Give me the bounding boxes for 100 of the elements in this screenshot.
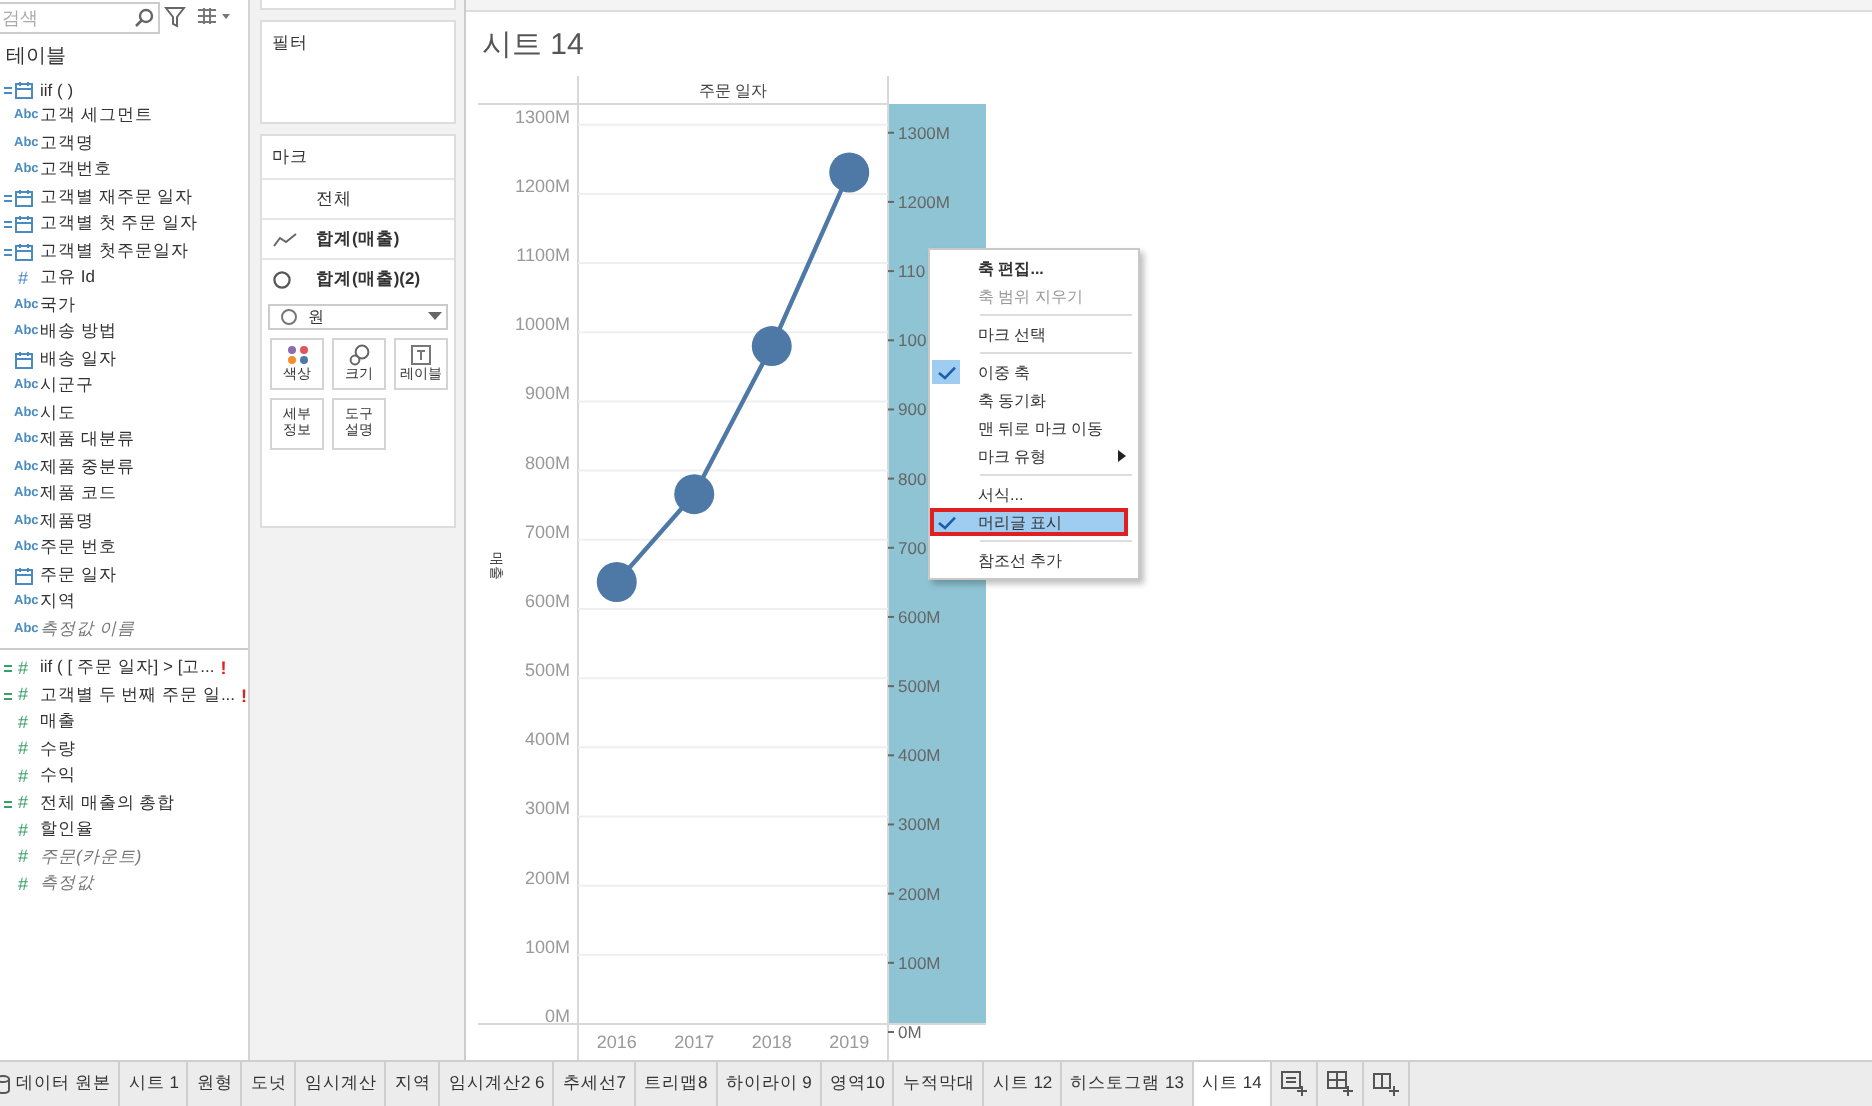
sheet-tab[interactable]: 임시계산2 6 — [440, 1062, 555, 1106]
field-name[interactable]: 고객번호 — [40, 158, 112, 183]
field-name[interactable]: 고객별 첫주문일자 — [40, 239, 189, 264]
field-name[interactable]: 고객별 재주문 일자 — [40, 185, 194, 210]
axis-label: 700M — [524, 521, 570, 542]
sheet-tab[interactable]: 임시계산 — [296, 1062, 387, 1106]
axis-label: 1000M — [514, 314, 570, 335]
axis-label: 100M — [524, 936, 570, 957]
field-name[interactable]: 시군구 — [40, 374, 94, 399]
axis-label: 200M — [524, 867, 570, 888]
size-circles-icon — [347, 344, 371, 366]
field-name[interactable]: 고객별 첫 주문 일자 — [40, 212, 199, 237]
axis-label: 1300M — [514, 106, 570, 127]
menu-item[interactable]: 마크 선택 — [930, 320, 1138, 348]
menu-item[interactable]: 서식... — [930, 480, 1138, 508]
field-name[interactable]: 주문 일자 — [40, 563, 117, 588]
field-name[interactable]: 제품 중분류 — [40, 455, 135, 480]
field-name[interactable]: 시도 — [40, 401, 76, 426]
axis-tick-label: 1300M — [887, 122, 950, 143]
menu-item[interactable]: 맨 뒤로 마크 이동 — [930, 414, 1138, 442]
menu-item[interactable]: 축 편집... — [930, 254, 1138, 282]
data-source-tab[interactable]: 데이터 원본 — [0, 1062, 121, 1106]
sheet-tab[interactable]: 추세선7 — [554, 1062, 637, 1106]
sheet-title: 시트 14 — [480, 26, 584, 66]
field-name[interactable]: iif ( [ 주문 일자] > [고... — [40, 656, 215, 681]
menu-item[interactable]: 이중 축 — [930, 358, 1138, 386]
axis-label: 1100M — [516, 245, 570, 266]
field-name[interactable]: 배송 방법 — [40, 320, 117, 345]
field-name[interactable]: 국가 — [40, 293, 76, 318]
database-icon — [0, 1074, 10, 1094]
mark-type-dropdown[interactable]: 원 — [268, 304, 448, 330]
card-title: 필터 — [272, 32, 308, 56]
number-type-icon: # — [18, 848, 29, 867]
field-name[interactable]: 측정값 이름 — [40, 617, 135, 642]
field-name[interactable]: 전체 매출의 총합 — [40, 791, 176, 816]
sheet-tab[interactable]: 하이라이 9 — [717, 1062, 822, 1106]
menu-item[interactable]: 마크 유형 — [930, 442, 1138, 470]
field-name[interactable]: 수익 — [40, 764, 76, 789]
axis-tick-label: 100M — [887, 952, 941, 973]
axis-label: 1200M — [514, 175, 570, 196]
sheet-tab[interactable]: 원형 — [188, 1062, 243, 1106]
grid-view-icon — [196, 6, 230, 28]
menu-item[interactable]: 머리글 표시 — [930, 508, 1128, 536]
axis-tick-label: 700 — [887, 537, 927, 558]
sheet-tab[interactable]: 영역10 — [821, 1062, 895, 1106]
number-type-icon: # — [18, 269, 29, 288]
section-title: 테이블 — [4, 44, 66, 72]
axis-label: 400M — [524, 729, 570, 750]
sheet-tab[interactable]: 시트 1 — [120, 1062, 189, 1106]
circle-icon — [280, 308, 298, 326]
field-name[interactable]: 지역 — [40, 590, 76, 615]
warning-mark: ! — [241, 685, 248, 706]
marks-layer-tab[interactable]: 합계(매출) — [316, 227, 400, 251]
menu-item[interactable]: 참조선 추가 — [930, 546, 1138, 574]
sheet-tab[interactable]: 시트 14 — [1193, 1062, 1272, 1106]
calendar-icon — [14, 214, 34, 235]
number-type-icon: # — [18, 875, 29, 894]
number-type-icon: # — [18, 686, 29, 705]
column-header[interactable]: 주문 일자 — [698, 82, 768, 100]
marks-layer-tab[interactable]: 전체 — [316, 187, 352, 211]
field-name[interactable]: 주문 번호 — [40, 536, 117, 561]
field-name[interactable]: 제품 코드 — [40, 482, 117, 507]
field-name[interactable]: 고객 세그먼트 — [40, 104, 153, 129]
axis-tick-label: 900 — [887, 399, 927, 420]
sheet-tab[interactable]: 트리맵8 — [636, 1062, 718, 1106]
field-name[interactable]: 배송 일자 — [40, 347, 117, 372]
calendar-icon — [14, 241, 34, 262]
field-name[interactable]: iif ( ) — [40, 79, 74, 100]
field-name[interactable]: 제품명 — [40, 509, 94, 534]
submenu-arrow-icon — [1118, 450, 1126, 462]
sheet-tab[interactable]: 누적막대 — [894, 1062, 985, 1106]
color-dots-icon — [285, 344, 309, 366]
number-type-icon: # — [18, 713, 29, 732]
calendar-icon — [14, 349, 34, 370]
marks-layer-tab[interactable]: 합계(매출)(2) — [316, 267, 421, 291]
caret-icon — [428, 312, 442, 322]
field-name[interactable]: 주문(카운트) — [40, 845, 142, 870]
field-name[interactable]: 수량 — [40, 737, 76, 762]
field-name[interactable]: 고객명 — [40, 131, 94, 156]
field-name[interactable]: 할인율 — [40, 818, 94, 843]
axis-label: 300M — [524, 798, 570, 819]
axis-tick-label: 500M — [887, 676, 941, 697]
add-icon — [1371, 1070, 1400, 1098]
calendar-icon — [14, 79, 34, 100]
search-field[interactable]: 검색 — [0, 1, 160, 33]
menu-item[interactable]: 축 동기화 — [930, 386, 1138, 414]
axis-label: 500M — [524, 660, 570, 681]
sheet-tab[interactable]: 도넛 — [242, 1062, 297, 1106]
field-name[interactable]: 고유 Id — [40, 266, 95, 291]
axis-label: 600M — [524, 590, 570, 611]
add-icon — [1325, 1070, 1354, 1098]
sheet-tab[interactable]: 시트 12 — [984, 1062, 1063, 1106]
field-name[interactable]: 매출 — [40, 710, 76, 735]
field-name[interactable]: 고객별 두 번째 주문 일... — [40, 683, 236, 708]
field-name[interactable]: 측정값 — [40, 872, 94, 897]
number-type-icon: # — [18, 740, 29, 759]
field-name[interactable]: 제품 대분류 — [40, 428, 135, 453]
axis-tick-label: 0M — [887, 1022, 922, 1042]
sheet-tab[interactable]: 지역 — [386, 1062, 441, 1106]
checkmark-icon — [937, 515, 955, 529]
